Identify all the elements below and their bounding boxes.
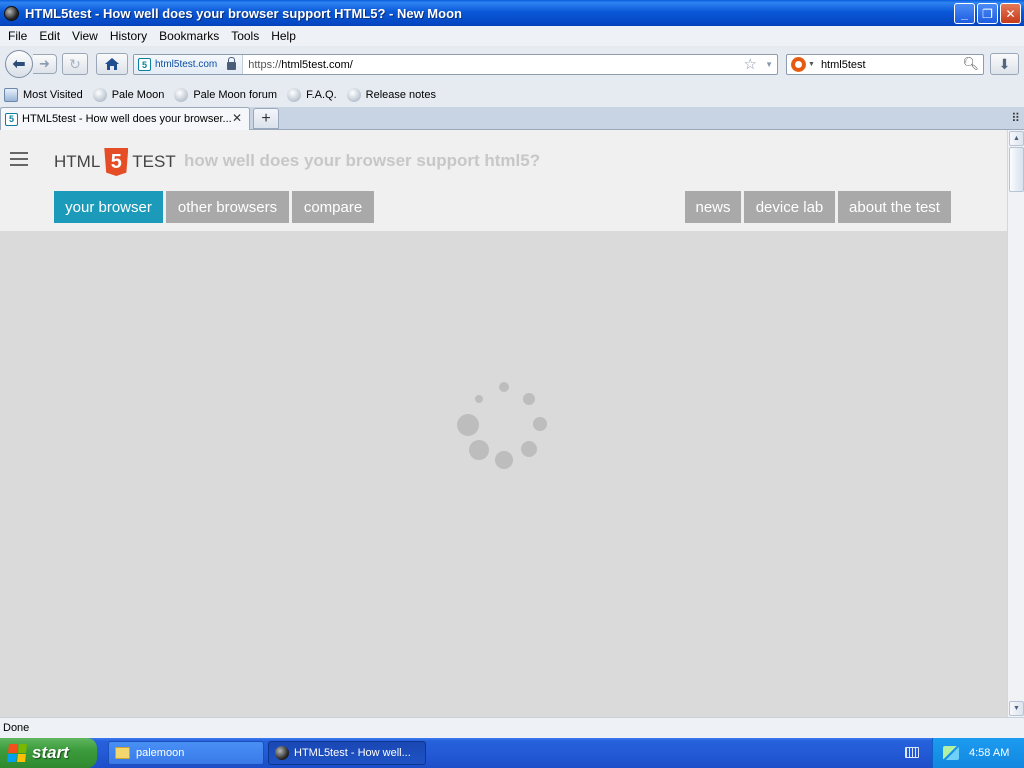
identity-label: html5test.com xyxy=(155,59,218,70)
menu-bar: File Edit View History Bookmarks Tools H… xyxy=(0,26,1024,46)
spinner-icon xyxy=(0,130,1007,717)
back-arrow-icon: ⬅ xyxy=(12,56,26,73)
home-button[interactable] xyxy=(96,53,128,75)
globe-icon xyxy=(346,87,361,102)
globe-icon xyxy=(92,87,107,102)
engine-dropdown-icon[interactable]: ▼ xyxy=(808,61,815,68)
minimize-button[interactable]: _ xyxy=(954,3,975,24)
globe-icon xyxy=(174,87,189,102)
start-button[interactable]: start xyxy=(0,738,97,768)
chevron-up-icon: ▲ xyxy=(1013,135,1020,142)
list-all-tabs-icon[interactable]: ⠿ xyxy=(1011,111,1020,125)
bookmark-label: Most Visited xyxy=(23,88,83,101)
tab-html5test[interactable]: 5 HTML5test - How well does your browser… xyxy=(0,107,250,130)
bookmarks-toolbar: Most Visited Pale Moon Pale Moon forum F… xyxy=(0,82,1024,107)
scroll-down-button[interactable]: ▼ xyxy=(1009,701,1024,716)
url-host: html5test.com/ xyxy=(281,58,353,71)
new-tab-button[interactable]: + xyxy=(253,108,279,129)
vertical-scrollbar[interactable]: ▲ ▼ xyxy=(1007,130,1024,717)
windows-taskbar: start palemoon HTML5test - How well... 4… xyxy=(0,738,1024,768)
most-visited-icon xyxy=(4,87,18,102)
status-bar: Done xyxy=(0,717,1024,738)
clock[interactable]: 4:58 AM xyxy=(969,747,1009,759)
bookmark-label: F.A.Q. xyxy=(306,88,337,101)
bookmark-pale-moon-forum[interactable]: Pale Moon forum xyxy=(174,87,278,102)
bookmark-label: Pale Moon forum xyxy=(193,88,278,101)
bookmark-label: Pale Moon xyxy=(111,88,165,101)
magnifier-icon[interactable]: 🔍︎ xyxy=(962,56,979,72)
star-icon[interactable]: ☆ xyxy=(744,55,757,74)
taskbar-item-label: HTML5test - How well... xyxy=(294,747,411,759)
window-titlebar[interactable]: HTML5test - How well does your browser s… xyxy=(0,0,1024,26)
html5-favicon-icon: 5 xyxy=(138,58,151,71)
menu-help[interactable]: Help xyxy=(265,29,302,43)
bookmark-faq[interactable]: F.A.Q. xyxy=(287,87,337,102)
window-controls: _ ❐ ✕ xyxy=(954,3,1021,24)
menu-file[interactable]: File xyxy=(2,29,33,43)
new-moon-app-icon[interactable] xyxy=(4,5,19,21)
search-input[interactable]: html5test xyxy=(821,59,866,71)
forward-button[interactable]: ➜ xyxy=(33,54,57,74)
menu-history[interactable]: History xyxy=(104,29,153,43)
chevron-down-icon: ▼ xyxy=(1013,705,1020,712)
menu-view[interactable]: View xyxy=(66,29,104,43)
bookmark-release-notes[interactable]: Release notes xyxy=(346,87,436,102)
reload-icon: ↻ xyxy=(69,55,81,72)
downloads-button[interactable]: ⬇ xyxy=(990,53,1019,75)
search-bar[interactable]: ▼ html5test 🔍︎ xyxy=(786,54,984,75)
navigation-toolbar: ⬅ ➜ ↻ 5 html5test.com https://html5test.… xyxy=(0,46,1024,82)
bookmark-most-visited[interactable]: Most Visited xyxy=(4,87,83,102)
reload-button[interactable]: ↻ xyxy=(62,53,88,75)
menu-bookmarks[interactable]: Bookmarks xyxy=(153,29,225,43)
maximize-button[interactable]: ❐ xyxy=(977,3,998,24)
html5-favicon-icon: 5 xyxy=(5,112,18,126)
tab-label: HTML5test - How well does your browser..… xyxy=(22,113,232,125)
folder-icon xyxy=(115,747,130,759)
plus-icon: + xyxy=(261,109,271,127)
close-button[interactable]: ✕ xyxy=(1000,3,1021,24)
menu-edit[interactable]: Edit xyxy=(33,29,66,43)
bookmark-label: Release notes xyxy=(365,88,436,101)
start-label: start xyxy=(32,743,69,762)
bookmark-pale-moon[interactable]: Pale Moon xyxy=(92,87,165,102)
windows-logo-icon xyxy=(7,744,27,762)
download-arrow-icon: ⬇ xyxy=(998,55,1011,72)
lock-icon xyxy=(227,57,237,70)
search-engine-icon[interactable] xyxy=(791,57,806,72)
scrollbar-thumb[interactable] xyxy=(1009,147,1024,192)
back-button[interactable]: ⬅ xyxy=(5,50,33,78)
tab-strip: 5 HTML5test - How well does your browser… xyxy=(0,107,1024,130)
close-tab-icon[interactable]: ✕ xyxy=(232,111,242,125)
network-icon[interactable] xyxy=(943,746,959,760)
keyboard-language-icon[interactable] xyxy=(905,747,919,758)
page-content: HTML 5 TEST how well does your browser s… xyxy=(0,130,1007,717)
globe-icon xyxy=(287,87,302,102)
new-moon-app-icon xyxy=(275,746,289,760)
scroll-up-button[interactable]: ▲ xyxy=(1009,131,1024,146)
system-tray: 4:58 AM xyxy=(932,738,1024,768)
status-text: Done xyxy=(3,722,30,734)
taskbar-item-palemoon[interactable]: palemoon xyxy=(108,741,264,765)
url-protocol: https:// xyxy=(248,58,282,71)
window-title: HTML5test - How well does your browser s… xyxy=(25,5,462,21)
chevron-down-icon[interactable]: ▼ xyxy=(765,55,773,74)
site-identity-button[interactable]: 5 html5test.com xyxy=(134,55,244,74)
taskbar-item-label: palemoon xyxy=(136,747,185,759)
taskbar-item-html5test[interactable]: HTML5test - How well... xyxy=(268,741,426,765)
url-text[interactable]: https://html5test.com/ xyxy=(243,59,353,71)
address-bar[interactable]: 5 html5test.com https://html5test.com/ ☆… xyxy=(133,54,778,75)
forward-arrow-icon: ➜ xyxy=(39,56,50,71)
menu-tools[interactable]: Tools xyxy=(225,29,265,43)
home-icon xyxy=(105,58,119,70)
